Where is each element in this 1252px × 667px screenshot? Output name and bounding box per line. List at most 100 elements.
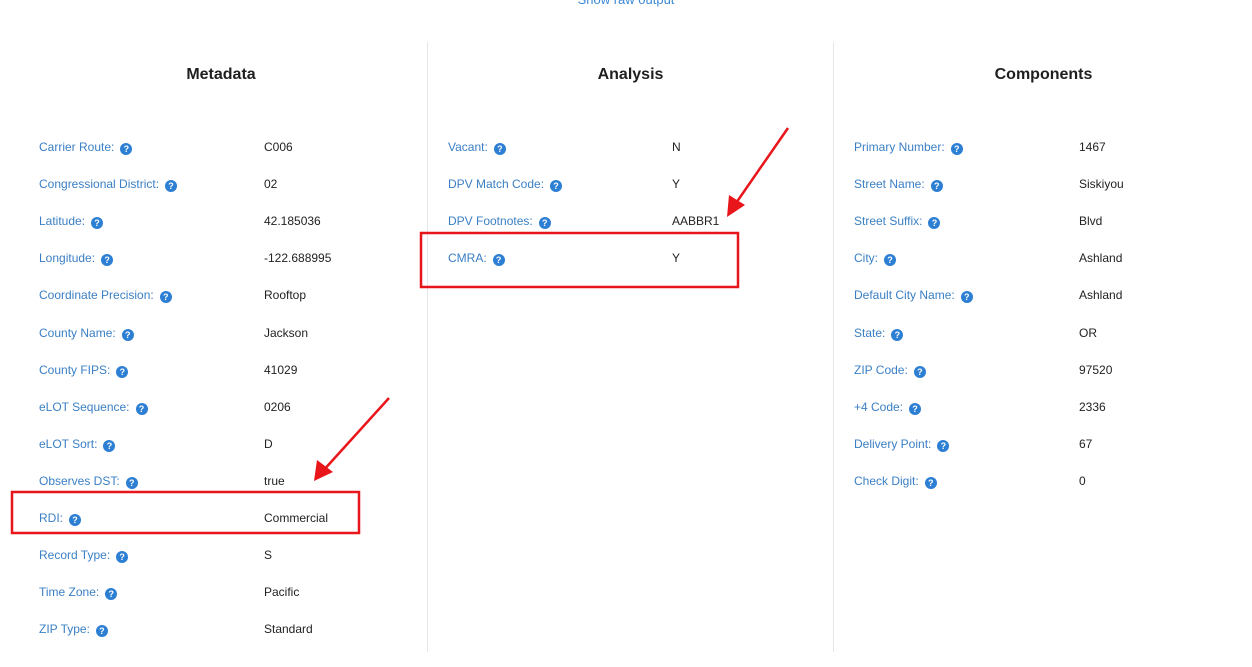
field-label-text: ZIP Code: <box>854 362 908 377</box>
field-value: 0206 <box>264 399 291 414</box>
question-circle-icon[interactable]: ? <box>116 365 129 378</box>
field-label-text: Street Suffix: <box>854 214 923 229</box>
field-label-text: Coordinate Precision: <box>39 288 154 303</box>
field-label: Observes DST:? <box>39 471 138 491</box>
question-circle-icon[interactable]: ? <box>538 217 551 230</box>
field-label: Delivery Point:? <box>854 434 950 454</box>
metadata-title: Metadata <box>186 66 256 83</box>
question-circle-icon[interactable]: ? <box>121 328 134 341</box>
question-circle-icon[interactable]: ? <box>125 476 138 489</box>
field-label: RDI:? <box>39 508 81 528</box>
field-value: Pacific <box>264 585 300 600</box>
metadata-row: RDI:? Commercial <box>39 508 399 528</box>
field-value: -122.688995 <box>264 251 332 266</box>
field-label: Primary Number:? <box>854 137 963 157</box>
question-circle-icon[interactable]: ? <box>105 588 118 601</box>
field-label: CMRA:? <box>448 248 505 268</box>
components-row: Street Name:? Siskiyou <box>854 174 1234 194</box>
field-label: County FIPS:? <box>39 360 129 380</box>
question-circle-icon[interactable]: ? <box>103 439 116 452</box>
field-label-text: Observes DST: <box>39 473 120 488</box>
field-value: 1467 <box>1079 140 1106 154</box>
components-title: Components <box>994 66 1093 83</box>
field-label: ZIP Code:? <box>854 360 926 380</box>
field-label-text: Primary Number: <box>854 140 945 154</box>
field-label-text: County Name: <box>39 325 116 340</box>
question-circle-icon[interactable]: ? <box>930 180 943 193</box>
analysis-row: DPV Footnotes:? AABBR1 <box>448 211 808 231</box>
field-value: 67 <box>1079 436 1093 451</box>
question-circle-icon[interactable]: ? <box>928 217 941 230</box>
field-label-text: ZIP Type: <box>39 622 90 637</box>
show-raw-output-link[interactable]: Show raw output <box>0 0 1252 10</box>
question-circle-icon[interactable]: ? <box>116 551 129 564</box>
question-circle-icon[interactable]: ? <box>159 291 172 304</box>
field-label: County Name:? <box>39 323 134 343</box>
field-value: S <box>264 548 273 563</box>
field-value: C006 <box>264 140 293 154</box>
field-label-text: Time Zone: <box>39 585 100 600</box>
field-label-text: Longitude: <box>39 251 96 266</box>
question-circle-icon[interactable]: ? <box>960 291 973 304</box>
components-row: ZIP Code:? 97520 <box>854 360 1234 380</box>
field-label-text: Record Type: <box>39 548 111 563</box>
question-circle-icon[interactable]: ? <box>101 254 114 267</box>
question-circle-icon[interactable]: ? <box>165 180 178 193</box>
components-row: Check Digit:? 0 <box>854 471 1234 491</box>
field-label: Record Type:? <box>39 545 129 565</box>
question-circle-icon[interactable]: ? <box>120 143 133 155</box>
question-circle-icon[interactable]: ? <box>91 217 104 230</box>
field-value: Commercial <box>264 511 329 525</box>
question-circle-icon[interactable]: ? <box>550 180 563 193</box>
metadata-row: Carrier Route:? C006 <box>39 137 399 157</box>
question-circle-icon[interactable]: ? <box>937 439 950 452</box>
field-value: true <box>264 473 285 488</box>
question-circle-icon[interactable]: ? <box>135 402 148 415</box>
field-value: OR <box>1079 325 1097 340</box>
field-value: N <box>672 140 681 154</box>
analysis-title: Analysis <box>597 66 664 83</box>
field-label: Default City Name:? <box>854 285 973 305</box>
question-circle-icon[interactable]: ? <box>950 143 963 155</box>
question-circle-icon[interactable]: ? <box>909 402 922 415</box>
field-label: eLOT Sort:? <box>39 434 116 454</box>
question-circle-icon[interactable]: ? <box>884 254 896 267</box>
question-circle-icon[interactable]: ? <box>95 625 108 638</box>
question-circle-icon[interactable]: ? <box>69 514 81 526</box>
components-row: +4 Code:? 2336 <box>854 397 1234 417</box>
field-label: Street Suffix:? <box>854 211 941 231</box>
field-label: eLOT Sequence:? <box>39 397 148 417</box>
field-label-text: Street Name: <box>854 177 925 192</box>
metadata-row: Record Type:? S <box>39 545 399 565</box>
field-label-text: eLOT Sort: <box>39 436 98 451</box>
field-label-text: eLOT Sequence: <box>39 399 130 414</box>
field-value: 41029 <box>264 362 298 377</box>
metadata-row: eLOT Sort:? D <box>39 434 399 454</box>
field-label: Latitude:? <box>39 211 104 231</box>
field-value: Rooftop <box>264 288 307 303</box>
components-row: Default City Name:? Ashland <box>854 285 1234 305</box>
analysis-column: Analysis Vacant:? N DPV Match Code:? Y DPV F… <box>427 42 833 652</box>
field-label: Time Zone:? <box>39 582 118 602</box>
field-label: Check Digit:? <box>854 471 937 491</box>
components-row: City:? Ashland <box>854 248 1234 268</box>
question-circle-icon[interactable]: ? <box>891 328 904 341</box>
field-label: Street Name:? <box>854 174 943 194</box>
field-label-text: Congressional District: <box>39 177 160 192</box>
field-label: Vacant:? <box>448 137 506 157</box>
field-value: AABBR1 <box>672 214 720 229</box>
field-value: Jackson <box>264 325 309 340</box>
question-circle-icon[interactable]: ? <box>924 476 937 489</box>
field-label: +4 Code:? <box>854 397 922 417</box>
components-row: State:? OR <box>854 323 1234 343</box>
field-label-text: DPV Match Code: <box>448 177 545 192</box>
metadata-row: Observes DST:? true <box>39 471 399 491</box>
field-label-text: Vacant: <box>448 140 488 154</box>
field-value: Y <box>672 251 681 266</box>
question-circle-icon[interactable]: ? <box>492 254 505 267</box>
field-value: 2336 <box>1079 399 1106 414</box>
question-circle-icon[interactable]: ? <box>913 365 926 378</box>
question-circle-icon[interactable]: ? <box>493 143 506 155</box>
field-value: Siskiyou <box>1079 177 1124 192</box>
field-label-text: County FIPS: <box>39 362 111 377</box>
